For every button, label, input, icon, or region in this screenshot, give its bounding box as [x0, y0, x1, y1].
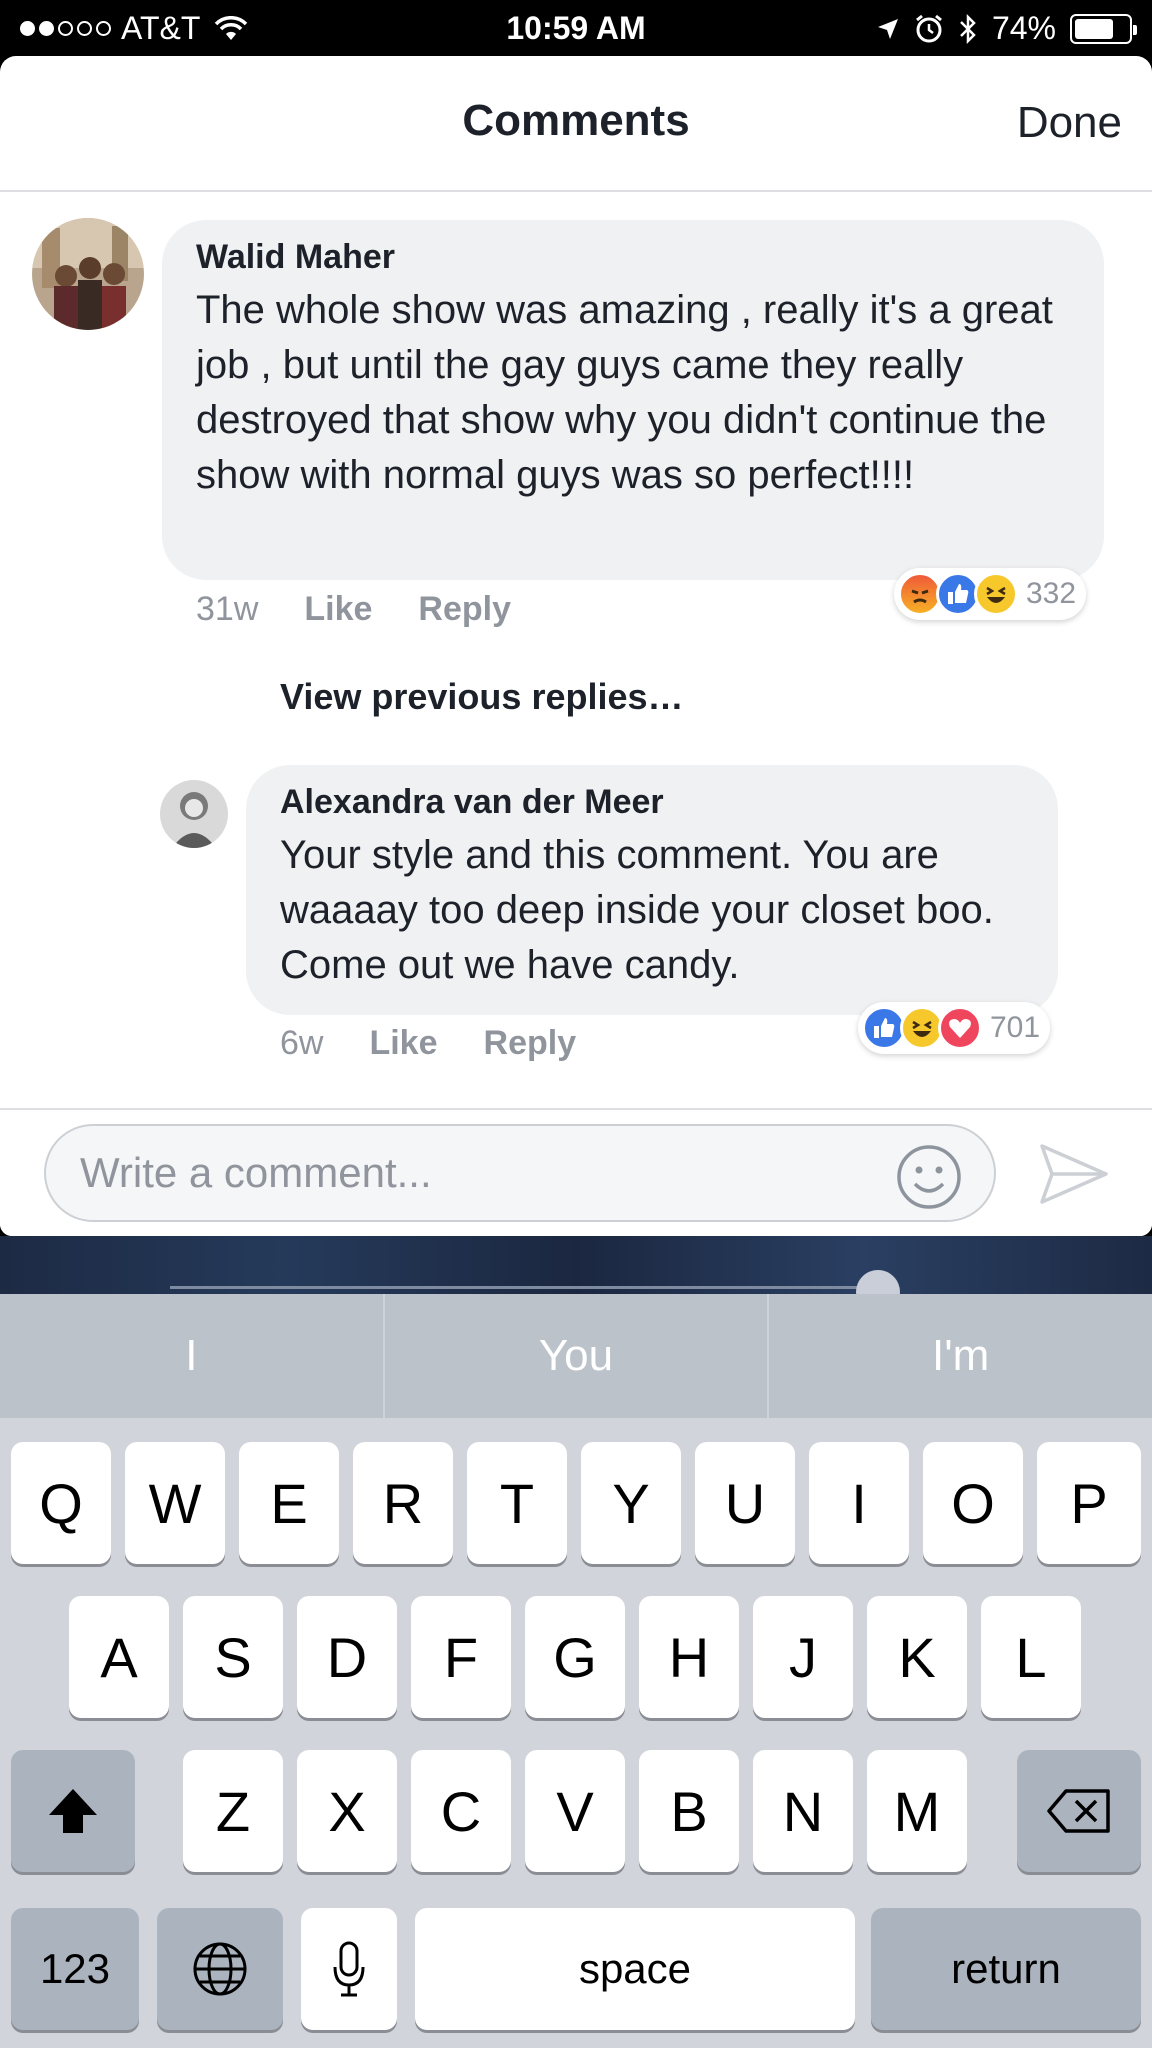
- globe-icon: [193, 1942, 247, 1996]
- comment-author[interactable]: Walid Maher: [196, 238, 1070, 277]
- key-w[interactable]: W: [125, 1442, 225, 1564]
- like-button[interactable]: Like: [304, 590, 372, 629]
- haha-reaction-icon: [974, 572, 1018, 616]
- send-icon[interactable]: [1038, 1142, 1110, 1206]
- comments-sheet: Comments Done Walid Maher The whole show…: [0, 56, 1152, 1236]
- video-scrubber[interactable]: [170, 1286, 870, 1289]
- comment-age: 6w: [280, 1024, 324, 1062]
- comment-actions: 31w Like Reply: [196, 590, 511, 629]
- space-key[interactable]: space: [415, 1908, 855, 2030]
- avatar[interactable]: [160, 780, 228, 848]
- key-d[interactable]: D: [297, 1596, 397, 1718]
- view-previous-replies-link[interactable]: View previous replies…: [280, 676, 684, 718]
- predictive-bar: I You I'm: [0, 1294, 1152, 1418]
- key-i[interactable]: I: [809, 1442, 909, 1564]
- delete-key[interactable]: [1017, 1750, 1141, 1872]
- key-h[interactable]: H: [639, 1596, 739, 1718]
- dictation-key[interactable]: [301, 1908, 397, 2030]
- key-s[interactable]: S: [183, 1596, 283, 1718]
- key-j[interactable]: J: [753, 1596, 853, 1718]
- key-p[interactable]: P: [1037, 1442, 1141, 1564]
- comment-composer: [0, 1108, 1152, 1236]
- key-o[interactable]: O: [923, 1442, 1023, 1564]
- key-v[interactable]: V: [525, 1750, 625, 1872]
- numbers-key[interactable]: 123: [11, 1908, 139, 2030]
- location-arrow-icon: [877, 18, 898, 39]
- key-c[interactable]: C: [411, 1750, 511, 1872]
- reply-button[interactable]: Reply: [418, 590, 511, 629]
- key-n[interactable]: N: [753, 1750, 853, 1872]
- return-key[interactable]: return: [871, 1908, 1141, 2030]
- reply-button[interactable]: Reply: [484, 1024, 577, 1063]
- battery-fill: [1075, 18, 1114, 39]
- reaction-count: 332: [1026, 577, 1077, 610]
- done-button[interactable]: Done: [1017, 98, 1122, 148]
- key-r[interactable]: R: [353, 1442, 453, 1564]
- reactions-summary[interactable]: 332: [894, 568, 1087, 620]
- comment-text: The whole show was amazing , really it's…: [196, 288, 1053, 497]
- status-right: 74%: [876, 10, 1137, 47]
- backspace-icon: [1047, 1789, 1110, 1833]
- comment-actions: 6w Like Reply: [280, 1024, 576, 1063]
- key-z[interactable]: Z: [183, 1750, 283, 1872]
- reactions-summary[interactable]: 701: [858, 1002, 1051, 1054]
- key-x[interactable]: X: [297, 1750, 397, 1872]
- comment-age: 31w: [196, 590, 259, 628]
- avatar[interactable]: [32, 218, 144, 330]
- comment-bubble[interactable]: Walid Maher The whole show was amazing ,…: [162, 220, 1104, 580]
- prediction-3[interactable]: I'm: [769, 1294, 1152, 1418]
- battery-percent: 74%: [991, 10, 1056, 46]
- key-g[interactable]: G: [525, 1596, 625, 1718]
- keyboard: I You I'm Q W E R T Y U I O P A S D F G …: [0, 1294, 1152, 2048]
- reaction-count: 701: [990, 1011, 1041, 1044]
- alarm-clock-icon: [916, 14, 942, 42]
- prediction-1[interactable]: I: [0, 1294, 385, 1418]
- key-f[interactable]: F: [411, 1596, 511, 1718]
- key-b[interactable]: B: [639, 1750, 739, 1872]
- love-reaction-icon: [938, 1006, 982, 1050]
- video-player-strip: [0, 1236, 1152, 1314]
- key-l[interactable]: L: [981, 1596, 1081, 1718]
- key-t[interactable]: T: [467, 1442, 567, 1564]
- shift-key[interactable]: [11, 1750, 135, 1872]
- key-q[interactable]: Q: [11, 1442, 111, 1564]
- key-y[interactable]: Y: [581, 1442, 681, 1564]
- key-m[interactable]: M: [867, 1750, 967, 1872]
- sheet-header: Comments Done: [0, 56, 1152, 192]
- key-e[interactable]: E: [239, 1442, 339, 1564]
- shift-icon: [49, 1789, 97, 1833]
- comment-author[interactable]: Alexandra van der Meer: [280, 783, 1024, 822]
- status-bar: AT&T 10:59 AM 74%: [0, 0, 1152, 56]
- comment-text: Your style and this comment. You are waa…: [280, 833, 994, 987]
- globe-key[interactable]: [157, 1908, 283, 2030]
- comment-input[interactable]: [44, 1124, 996, 1222]
- comment-bubble[interactable]: Alexandra van der Meer Your style and th…: [246, 765, 1058, 1015]
- microphone-icon: [333, 1941, 365, 1997]
- bluetooth-icon: [960, 13, 976, 44]
- prediction-2[interactable]: You: [385, 1294, 770, 1418]
- key-u[interactable]: U: [695, 1442, 795, 1564]
- emoji-icon[interactable]: [896, 1144, 962, 1210]
- sheet-title: Comments: [462, 96, 690, 145]
- key-k[interactable]: K: [867, 1596, 967, 1718]
- battery-icon: [1070, 13, 1137, 44]
- key-a[interactable]: A: [69, 1596, 169, 1718]
- like-button[interactable]: Like: [369, 1024, 437, 1063]
